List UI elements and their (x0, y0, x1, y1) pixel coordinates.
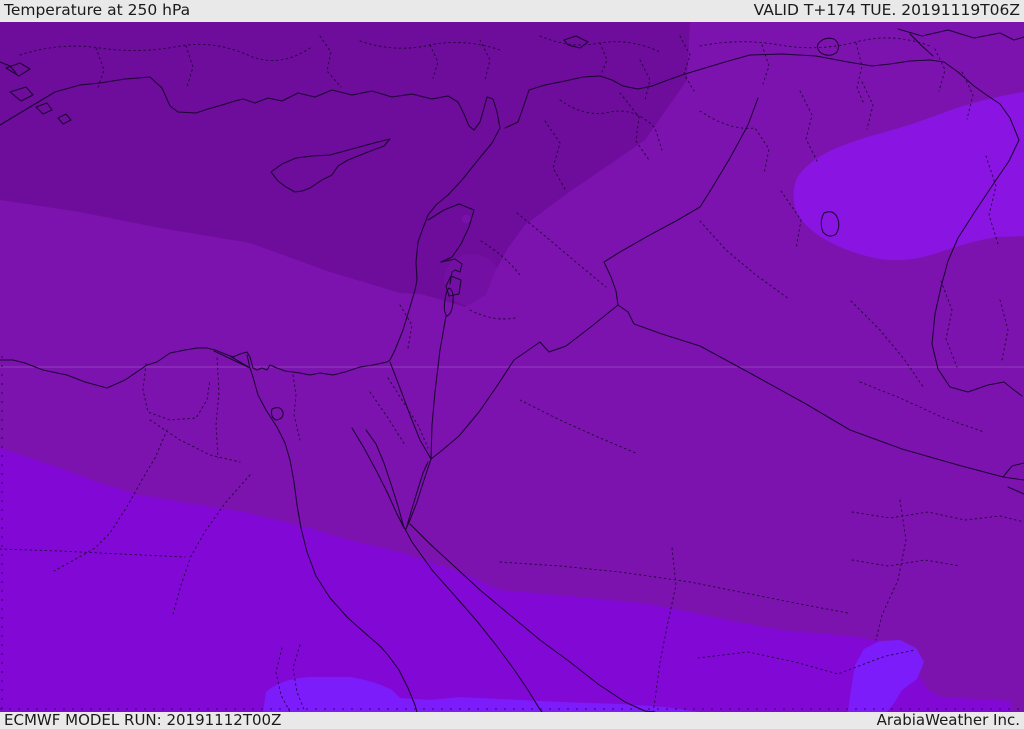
valid-time-label: VALID T+174 TUE. 20191119T06Z (753, 1, 1020, 20)
header-bar: Temperature at 250 hPa VALID T+174 TUE. … (0, 0, 1024, 22)
temp-shading-lebanon-dot (461, 214, 471, 224)
map-title: Temperature at 250 hPa (4, 1, 191, 20)
model-run-label: ECMWF MODEL RUN: 20191112T00Z (4, 711, 282, 729)
weather-map-viewport: Temperature at 250 hPa VALID T+174 TUE. … (0, 0, 1024, 729)
provider-credit: ArabiaWeather Inc. (876, 711, 1020, 729)
footer-bar: ECMWF MODEL RUN: 20191112T00Z ArabiaWeat… (0, 712, 1024, 729)
temp-shading-galilee-patch (444, 254, 500, 306)
temperature-map-canvas (0, 22, 1024, 713)
